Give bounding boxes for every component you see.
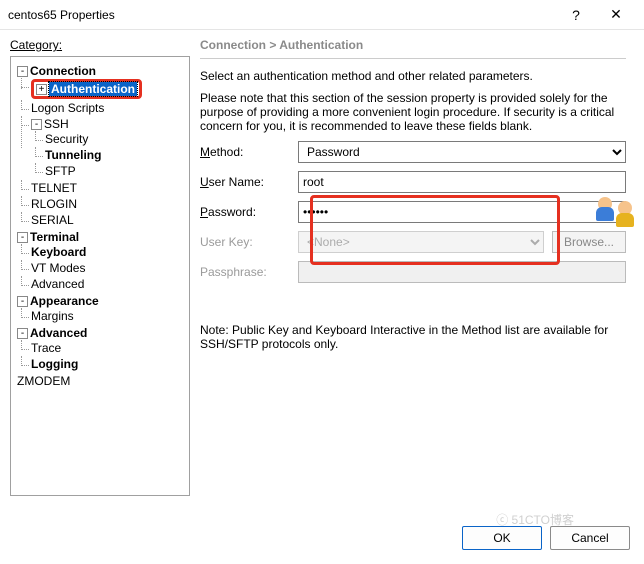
users-icon — [594, 195, 642, 235]
tree-security[interactable]: Security — [45, 132, 88, 146]
note-text: Note: Public Key and Keyboard Interactiv… — [200, 323, 626, 351]
tree-logging[interactable]: Logging — [31, 357, 78, 371]
tree-telnet[interactable]: TELNET — [31, 181, 77, 195]
titlebar: centos65 Properties ? ✕ — [0, 0, 644, 30]
tree-appearance[interactable]: Appearance — [30, 294, 99, 308]
tree-sftp[interactable]: SFTP — [45, 164, 76, 178]
method-label: Method: — [200, 145, 290, 159]
tree-authentication[interactable]: Authentication — [49, 82, 137, 96]
tree-rlogin[interactable]: RLOGIN — [31, 197, 77, 211]
username-label: User Name: — [200, 175, 290, 189]
userkey-select: <None> — [298, 231, 544, 253]
tree-connection[interactable]: Connection — [30, 64, 96, 78]
description-1: Select an authentication method and othe… — [200, 69, 626, 83]
tree-tunneling[interactable]: Tunneling — [45, 148, 101, 162]
close-button[interactable]: ✕ — [596, 6, 636, 23]
tree-zmodem[interactable]: ZMODEM — [17, 374, 70, 388]
collapse-icon[interactable]: - — [17, 66, 28, 77]
category-label: Category: — [10, 38, 190, 52]
tree-advanced-terminal[interactable]: Advanced — [31, 277, 84, 291]
collapse-icon[interactable]: - — [17, 232, 28, 243]
tree-vt-modes[interactable]: VT Modes — [31, 261, 85, 275]
password-input[interactable] — [298, 201, 626, 223]
description-2: Please note that this section of the ses… — [200, 91, 626, 133]
cancel-button[interactable]: Cancel — [550, 526, 630, 550]
tree-terminal[interactable]: Terminal — [30, 230, 79, 244]
userkey-label: User Key: — [200, 235, 290, 249]
method-select[interactable]: Password — [298, 141, 626, 163]
ok-button[interactable]: OK — [462, 526, 542, 550]
tree-serial[interactable]: SERIAL — [31, 213, 74, 227]
password-label: Password: — [200, 205, 290, 219]
collapse-icon[interactable]: - — [17, 328, 28, 339]
username-input[interactable] — [298, 171, 626, 193]
tree-logon-scripts[interactable]: Logon Scripts — [31, 101, 104, 115]
tree-advanced[interactable]: Advanced — [30, 326, 87, 340]
help-button[interactable]: ? — [556, 7, 596, 23]
category-tree[interactable]: -Connection +Authentication Logon Script… — [10, 56, 190, 496]
passphrase-label: Passphrase: — [200, 265, 290, 279]
tree-ssh[interactable]: SSH — [44, 117, 69, 131]
collapse-icon[interactable]: - — [31, 119, 42, 130]
passphrase-input — [298, 261, 626, 283]
tree-trace[interactable]: Trace — [31, 341, 61, 355]
window-title: centos65 Properties — [8, 8, 556, 22]
breadcrumb: Connection > Authentication — [200, 38, 626, 59]
expand-icon[interactable]: + — [36, 84, 47, 95]
tree-margins[interactable]: Margins — [31, 309, 74, 323]
collapse-icon[interactable]: - — [17, 296, 28, 307]
tree-keyboard[interactable]: Keyboard — [31, 245, 86, 259]
